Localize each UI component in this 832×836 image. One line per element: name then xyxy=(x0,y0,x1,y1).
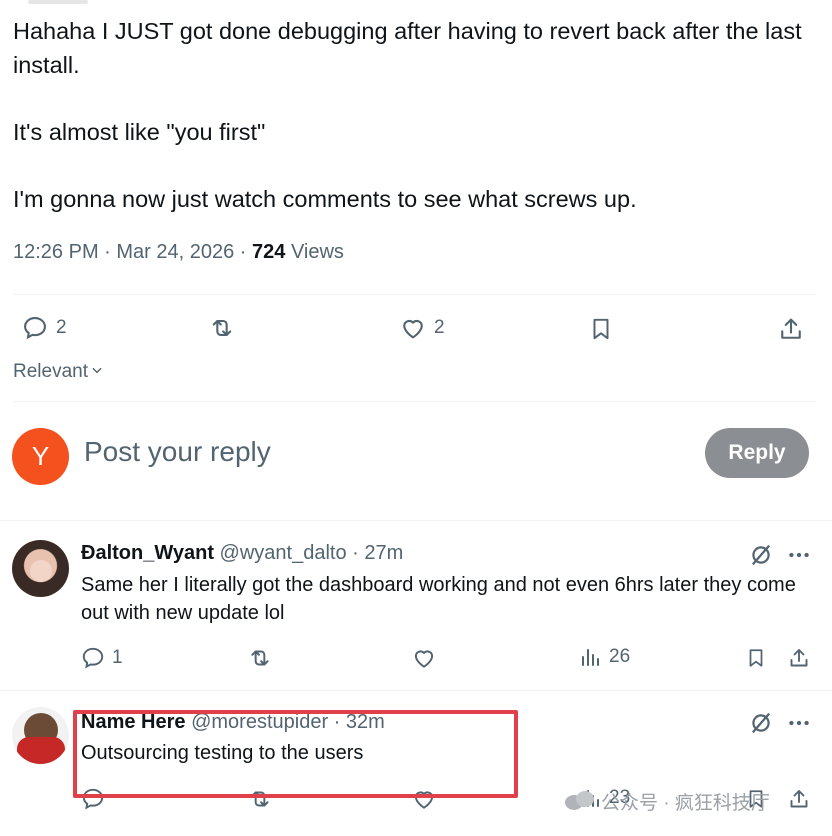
avatar[interactable] xyxy=(12,540,69,597)
comment-time: · 27m xyxy=(346,542,404,564)
comment-icon xyxy=(80,645,106,671)
comment-header: Đalton_Wyant @wyant_dalto · 27m xyxy=(81,542,403,565)
reply-action[interactable]: 1 xyxy=(80,645,123,671)
share-icon xyxy=(777,314,805,344)
views-count: 724 xyxy=(252,241,286,263)
tweet-meta: 12:26 PM · Mar 24, 2026 · 724 Views xyxy=(13,241,344,264)
divider xyxy=(13,401,816,402)
heart-icon xyxy=(398,314,428,342)
bookmark-icon xyxy=(745,645,767,671)
top-divider xyxy=(28,0,88,4)
reply-button[interactable]: Reply xyxy=(705,428,809,478)
reply-action[interactable]: 2 xyxy=(20,314,67,342)
wechat-icon xyxy=(565,790,595,813)
user-handle[interactable]: @wyant_dalto xyxy=(220,542,347,564)
watermark: 公众号 · 疯狂科技厅 xyxy=(565,788,770,815)
avatar-letter: Y xyxy=(31,441,50,471)
grok-icon[interactable] xyxy=(747,541,775,574)
repost-action[interactable] xyxy=(206,314,238,342)
repost-icon xyxy=(206,314,238,342)
like-action[interactable]: 2 xyxy=(398,314,445,342)
divider xyxy=(13,294,816,295)
divider xyxy=(0,520,832,521)
chevron-down-icon xyxy=(90,361,104,383)
like-count: 2 xyxy=(434,317,445,338)
reply-count: 1 xyxy=(112,647,123,668)
share-action[interactable] xyxy=(787,786,811,812)
tweet-text: Hahaha I JUST got done debugging after h… xyxy=(13,14,813,216)
share-icon xyxy=(787,645,811,671)
display-name[interactable]: Đalton_Wyant xyxy=(81,542,214,564)
bookmark-action[interactable] xyxy=(588,314,614,344)
tweet-timestamp[interactable]: 12:26 PM · Mar 24, 2026 · xyxy=(13,241,252,263)
repost-action[interactable] xyxy=(246,645,274,671)
comment-text: Same her I literally got the dashboard w… xyxy=(81,574,796,624)
share-icon xyxy=(787,786,811,812)
avatar[interactable]: Y xyxy=(12,428,69,485)
share-action[interactable] xyxy=(787,645,811,671)
views-label: Views xyxy=(285,241,344,263)
heart-icon xyxy=(411,645,437,671)
grok-icon[interactable] xyxy=(747,709,775,742)
comment-icon xyxy=(20,314,50,342)
bookmark-icon xyxy=(588,314,614,344)
highlight-box xyxy=(73,710,518,798)
reply-count: 2 xyxy=(56,317,67,338)
divider xyxy=(0,690,832,691)
views-icon xyxy=(579,645,603,669)
reply-input[interactable]: Post your reply xyxy=(84,436,271,468)
tweet-line-1: Hahaha I JUST got done debugging after h… xyxy=(13,18,802,78)
tweet-line-3: I'm gonna now just watch comments to see… xyxy=(13,186,637,212)
views-count: 26 xyxy=(609,646,631,667)
more-icon[interactable] xyxy=(786,541,812,574)
sort-dropdown[interactable]: Relevant xyxy=(13,361,104,383)
share-action[interactable] xyxy=(777,314,805,344)
watermark-text: 公众号 · 疯狂科技厅 xyxy=(601,793,770,814)
tweet-line-2: It's almost like "you first" xyxy=(13,119,266,145)
repost-icon xyxy=(246,645,274,671)
avatar[interactable] xyxy=(12,707,69,764)
sort-label: Relevant xyxy=(13,361,88,382)
bookmark-action[interactable] xyxy=(745,645,767,671)
like-action[interactable] xyxy=(411,645,437,671)
views-action[interactable]: 26 xyxy=(579,645,630,669)
more-icon[interactable] xyxy=(786,709,812,742)
